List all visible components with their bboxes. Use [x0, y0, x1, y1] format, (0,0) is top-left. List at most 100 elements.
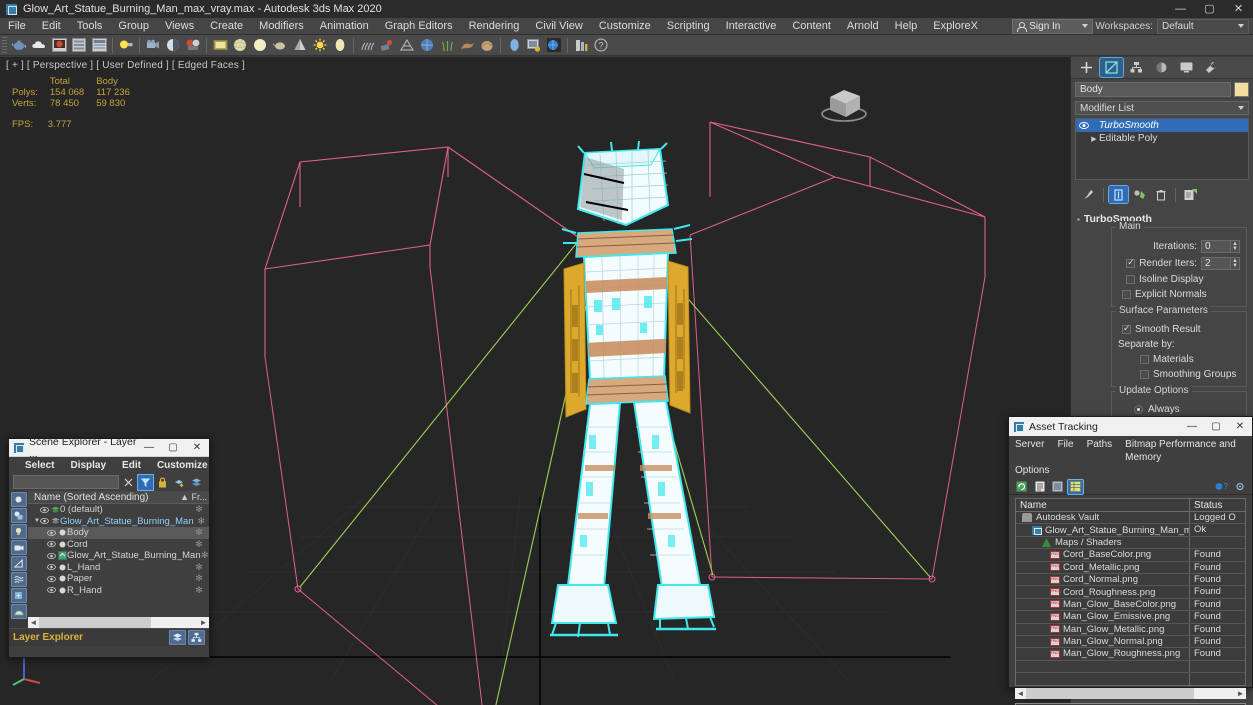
at-menu-server[interactable]: Server — [1015, 438, 1044, 464]
render-iters-field[interactable]: 2 — [1201, 257, 1231, 270]
layer-stack-icon[interactable] — [189, 475, 204, 490]
motion-tab[interactable] — [1150, 58, 1173, 77]
hierarchy-view-button[interactable] — [188, 630, 205, 645]
list-item[interactable]: 0 (default) ✻ — [28, 504, 209, 516]
asset-tracking-window[interactable]: Asset Tracking — ▢ ✕ Server File Paths B… — [1008, 416, 1253, 705]
explicit-normals-checkbox[interactable] — [1122, 290, 1131, 299]
configure-modifier-sets-button[interactable] — [1181, 186, 1200, 203]
modifier-stack[interactable]: TurboSmooth ▶ Editable Poly — [1075, 118, 1249, 180]
menu-customize[interactable]: Customize — [591, 18, 659, 35]
at-menu-options[interactable]: Options — [1015, 464, 1049, 477]
menu-rendering[interactable]: Rendering — [461, 18, 528, 35]
isoline-display-checkbox[interactable] — [1126, 275, 1135, 284]
se-menu-select[interactable]: Select — [25, 460, 54, 471]
vray-animal-icon[interactable] — [458, 36, 477, 55]
remove-modifier-button[interactable] — [1151, 186, 1170, 203]
at-menu-file[interactable]: File — [1057, 438, 1073, 464]
list-item[interactable]: L_Hand ✻ — [28, 562, 209, 574]
minimize-button[interactable]: — — [1166, 0, 1195, 18]
filter-geometry-icon[interactable] — [10, 508, 27, 523]
refresh-icon[interactable] — [1014, 480, 1029, 494]
lock-icon[interactable] — [155, 475, 170, 490]
se-menu-edit[interactable]: Edit — [122, 460, 141, 471]
at-minimize-button[interactable]: — — [1180, 418, 1204, 436]
at-menu-paths[interactable]: Paths — [1087, 438, 1113, 464]
modify-tab[interactable] — [1099, 57, 1124, 78]
table-row[interactable]: Cord_Normal.png Found — [1016, 573, 1245, 587]
vray-cloud-icon[interactable] — [30, 36, 49, 55]
scroll-left-arrow-icon[interactable]: ◄ — [1015, 688, 1026, 700]
filter-helpers-icon[interactable] — [10, 556, 27, 571]
iterations-spinner[interactable]: ▲ ▼ — [1231, 240, 1240, 253]
frozen-toggle[interactable]: ✻ — [189, 527, 209, 538]
frozen-toggle[interactable]: ✻ — [194, 516, 209, 527]
menu-civil-view[interactable]: Civil View — [527, 18, 590, 35]
help-question-icon[interactable]: ? — [1214, 480, 1229, 494]
at-close-button[interactable]: ✕ — [1228, 418, 1252, 436]
modifier-stack-item-turbosmooth[interactable]: TurboSmooth — [1076, 119, 1248, 132]
object-color-swatch[interactable] — [1234, 82, 1249, 97]
frozen-toggle[interactable]: ✻ — [189, 504, 209, 515]
search-input[interactable] — [13, 475, 119, 489]
table-row[interactable]: Glow_Art_Statue_Burning_Man_max_vray.max… — [1016, 524, 1245, 537]
utilities-tab[interactable] — [1200, 58, 1223, 77]
filter-icon[interactable] — [137, 473, 154, 491]
frozen-toggle[interactable]: ✻ — [189, 539, 209, 550]
add-layer-icon[interactable] — [172, 475, 187, 490]
table-row[interactable]: Man_Glow_Normal.png Found — [1016, 635, 1245, 649]
vray-proxy-icon[interactable] — [378, 36, 397, 55]
vray-teapot2-icon[interactable] — [271, 36, 290, 55]
se-maximize-button[interactable]: ▢ — [161, 439, 185, 457]
scene-explorer-list[interactable]: Name (Sorted Ascending) ▲ Fr... 0 (defau… — [28, 491, 209, 628]
filter-all-icon[interactable] — [10, 492, 27, 507]
smoothing-groups-row[interactable]: Smoothing Groups — [1118, 369, 1240, 380]
eye-icon[interactable] — [46, 541, 57, 548]
scroll-right-arrow-icon[interactable]: ► — [198, 617, 209, 628]
render-iters-spinner[interactable]: ▲ ▼ — [1231, 257, 1240, 270]
filter-cameras-icon[interactable] — [10, 540, 27, 555]
vray-globe-icon[interactable] — [545, 36, 564, 55]
settings-gear-icon[interactable] — [1232, 480, 1247, 494]
modifier-list-dropdown[interactable]: Modifier List — [1075, 101, 1249, 115]
se-close-button[interactable]: ✕ — [185, 439, 209, 457]
list-item[interactable]: R_Hand ✻ — [28, 585, 209, 597]
table-row[interactable]: Man_Glow_BaseColor.png Found — [1016, 598, 1245, 612]
scrollbar-thumb[interactable] — [1026, 688, 1194, 700]
view-cube[interactable] — [814, 81, 874, 127]
table-row[interactable]: Maps / Shaders — [1016, 536, 1245, 550]
frozen-toggle[interactable]: ✻ — [189, 562, 209, 573]
frozen-toggle[interactable]: ✻ — [189, 573, 209, 584]
collapse-arrow-icon[interactable]: ▼ — [30, 518, 40, 524]
vray-sun-icon[interactable] — [311, 36, 330, 55]
workspace-dropdown[interactable]: Default — [1157, 18, 1249, 34]
menu-explorex[interactable]: ExploreX — [925, 18, 986, 35]
object-name-field[interactable]: Body — [1075, 82, 1231, 97]
menu-help[interactable]: Help — [887, 18, 926, 35]
sign-in-button[interactable]: Sign In — [1012, 18, 1094, 34]
table-row[interactable]: Cord_BaseColor.png Found — [1016, 549, 1245, 562]
vray-render-icon[interactable] — [184, 36, 203, 55]
vray-grass-icon[interactable] — [438, 36, 457, 55]
vray-sphere2-icon[interactable] — [251, 36, 270, 55]
table-row[interactable]: Man_Glow_Metallic.png Found — [1016, 623, 1245, 636]
at-maximize-button[interactable]: ▢ — [1204, 418, 1228, 436]
eye-icon[interactable] — [39, 506, 50, 513]
hierarchy-tab[interactable] — [1125, 58, 1148, 77]
horizontal-scrollbar[interactable]: ◄ ► — [28, 617, 209, 628]
menu-graph-editors[interactable]: Graph Editors — [377, 18, 461, 35]
se-minimize-button[interactable]: — — [137, 439, 161, 457]
eye-icon[interactable] — [1078, 120, 1089, 131]
eye-icon[interactable] — [39, 518, 50, 525]
vray-shell-icon[interactable] — [478, 36, 497, 55]
vray-light-ellipse-icon[interactable] — [505, 36, 524, 55]
table-view-icon[interactable] — [1067, 478, 1084, 495]
vray-light-icon[interactable] — [117, 36, 136, 55]
menu-arnold[interactable]: Arnold — [839, 18, 887, 35]
scene-explorer-header[interactable]: Name (Sorted Ascending) ▲ Fr... — [28, 491, 209, 504]
table-row-empty[interactable] — [1016, 660, 1245, 674]
scroll-left-arrow-icon[interactable]: ◄ — [28, 617, 39, 628]
show-end-result-button[interactable] — [1108, 185, 1129, 204]
asset-horizontal-scrollbar[interactable]: ◄ ► — [1015, 688, 1246, 700]
vray-frame-buffer-icon[interactable] — [50, 36, 69, 55]
frozen-toggle[interactable]: ✻ — [201, 550, 209, 561]
